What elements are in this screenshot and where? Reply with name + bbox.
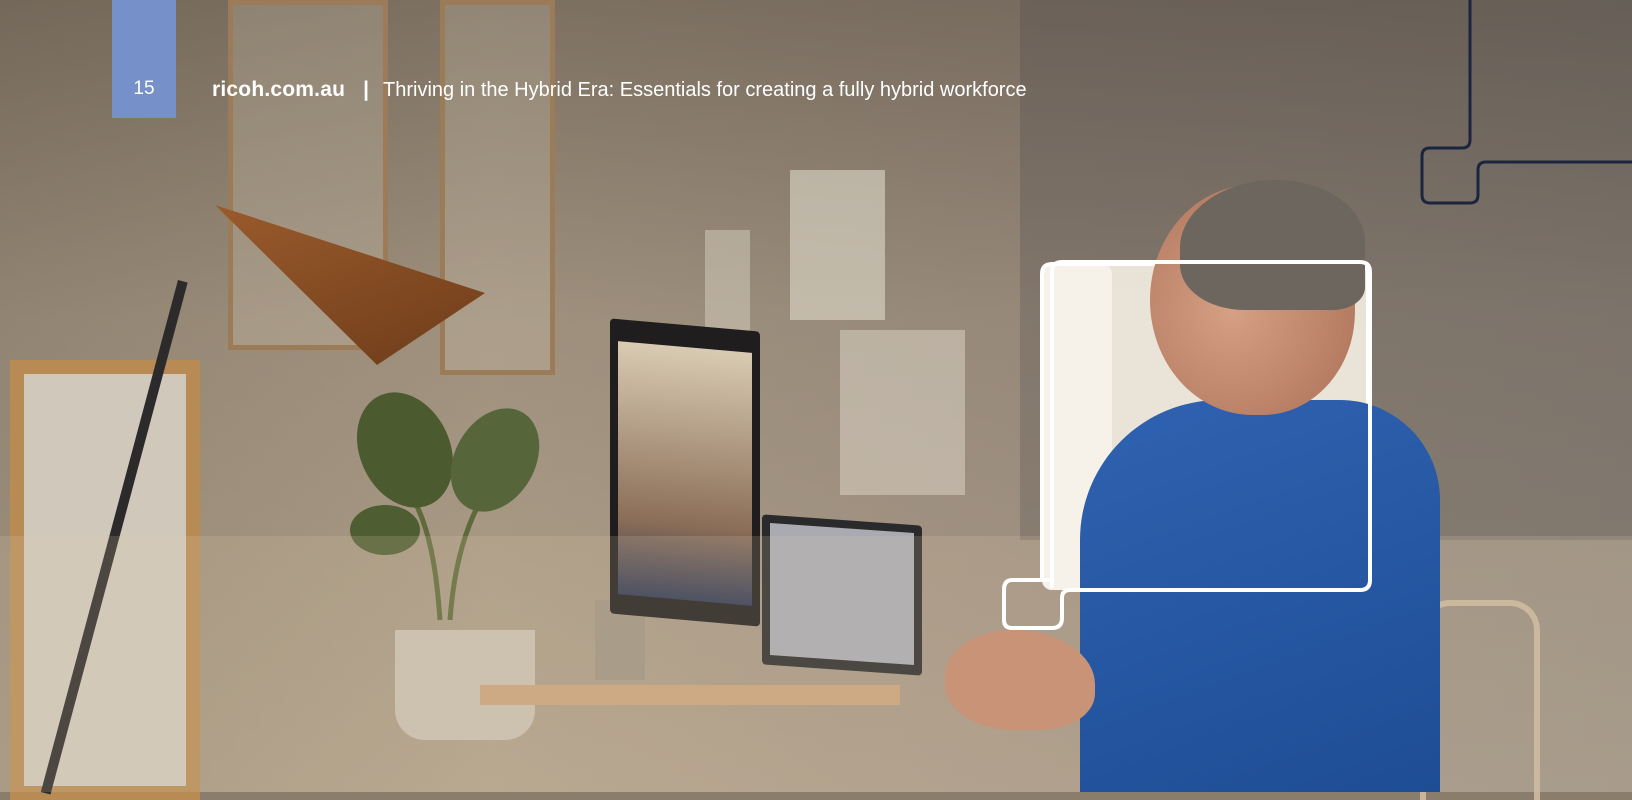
child-drawing [840, 330, 965, 495]
child-drawing [705, 230, 750, 340]
site-link[interactable]: ricoh.com.au [212, 78, 345, 102]
page-number-tab [112, 0, 176, 118]
header-separator: | [363, 78, 369, 101]
callout-outline [1002, 260, 1372, 630]
decorative-corner-lines [1420, 0, 1632, 205]
page-number: 15 [133, 78, 155, 99]
child-drawing [790, 170, 885, 320]
page-header: ricoh.com.au | Thriving in the Hybrid Er… [212, 74, 1027, 106]
document-title: Thriving in the Hybrid Era: Essentials f… [383, 78, 1027, 101]
wall-frame [440, 0, 555, 375]
